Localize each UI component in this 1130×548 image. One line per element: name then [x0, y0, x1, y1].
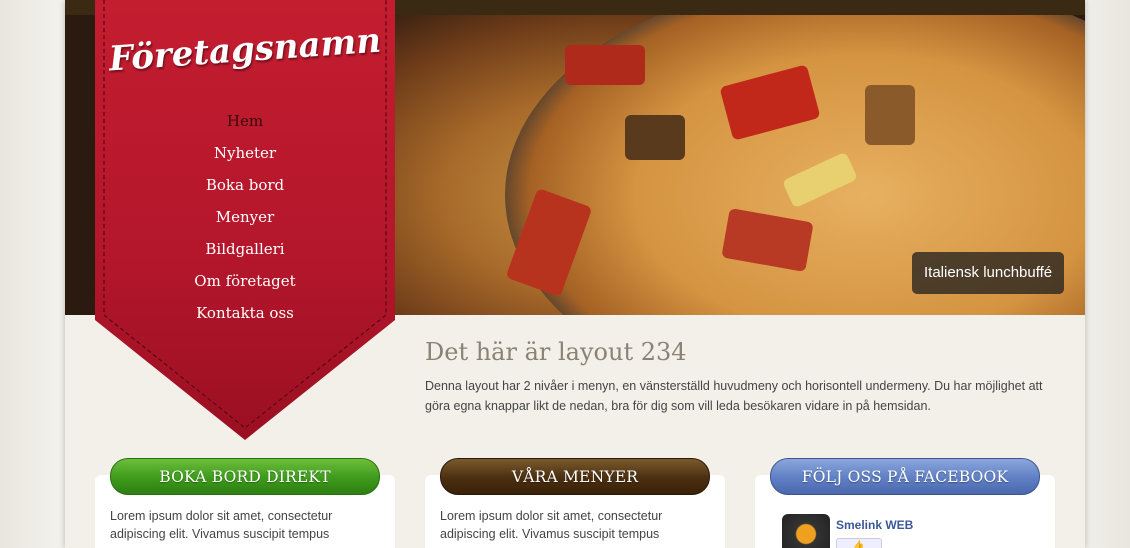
- nav-item-book-table[interactable]: Boka bord: [95, 174, 395, 206]
- nav-item-home[interactable]: Hem: [95, 110, 395, 142]
- our-menus-button[interactable]: VÅRA MENYER: [440, 458, 710, 495]
- intro-text: Denna layout har 2 nivåer i menyn, en vä…: [425, 379, 1043, 413]
- intro-section: Det här är layout 234 Denna layout har 2…: [425, 338, 1065, 416]
- nav-item-contact[interactable]: Kontakta oss: [95, 302, 395, 334]
- nav-ribbon: Företagsnamn Hem Nyheter Boka bord Menye…: [95, 0, 395, 440]
- nav-item-menus[interactable]: Menyer: [95, 206, 395, 238]
- facebook-like-button[interactable]: 👍: [836, 538, 882, 548]
- box-menus-text: Lorem ipsum dolor sit amet, consectetur …: [440, 509, 663, 541]
- nav-item-news[interactable]: Nyheter: [95, 142, 395, 174]
- nav-item-gallery[interactable]: Bildgalleri: [95, 238, 395, 270]
- book-table-button[interactable]: BOKA BORD DIREKT: [110, 458, 380, 495]
- facebook-page-name[interactable]: Smelink WEB: [836, 518, 913, 532]
- box-booking-text: Lorem ipsum dolor sit amet, consectetur …: [110, 509, 333, 541]
- main-nav: Hem Nyheter Boka bord Menyer Bildgalleri…: [95, 110, 395, 334]
- follow-facebook-button[interactable]: FÖLJ OSS PÅ FACEBOOK: [770, 458, 1040, 495]
- nav-item-about[interactable]: Om företaget: [95, 270, 395, 302]
- hero-caption: Italiensk lunchbuffé: [912, 252, 1065, 294]
- topping: [865, 85, 915, 145]
- topping: [565, 45, 645, 85]
- facebook-page-avatar[interactable]: [782, 514, 830, 548]
- page-title: Det här är layout 234: [425, 338, 687, 366]
- topping: [625, 115, 685, 160]
